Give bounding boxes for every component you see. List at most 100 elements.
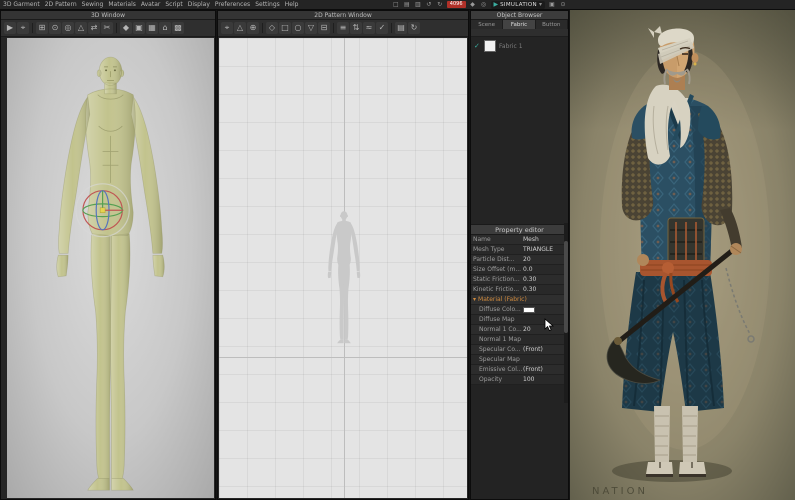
sync-icon[interactable]: ↻ [408,22,420,34]
new-file-icon[interactable]: □ [392,1,400,8]
property-value[interactable]: 0.0 [523,266,566,273]
chevron-down-icon[interactable]: ▾ [539,1,542,8]
property-row-static-friction: Static Friction... 0.30 [471,275,568,285]
free-sew-icon[interactable]: ≈ [363,22,375,34]
property-row-specular-map: Specular Map [471,355,568,365]
circle-icon[interactable]: ○ [292,22,304,34]
property-row-diffuse-map: Diffuse Map [471,315,568,325]
fabric-list-toolbar [471,29,568,37]
property-value[interactable]: TRIANGLE [523,246,566,253]
3d-window-titlebar[interactable]: 3D Window [1,11,215,20]
diffuse-color-swatch[interactable] [523,306,535,313]
transform-icon[interactable]: ⌖ [221,22,233,34]
2d-window-titlebar[interactable]: 2D Pattern Window [218,11,468,20]
panel-empty-area [471,385,568,499]
tab-scene[interactable]: Scene [471,20,504,29]
object-browser-header[interactable]: Object Browser [471,11,568,20]
toolbar-separator [333,23,334,33]
simulation-button[interactable]: ▶ SIMULATION ▾ [490,0,545,9]
check-icon[interactable]: ✓ [474,42,481,50]
menu-help[interactable]: Help [285,1,299,8]
menu-materials[interactable]: Materials [108,1,136,8]
property-row-emissive-color: Emissive Col... (Front) [471,365,568,375]
pattern-3d-icon[interactable]: ▣ [133,22,145,34]
menu-3d-garment[interactable]: 3D Garment [3,1,40,8]
property-value[interactable] [523,306,566,313]
menu-avatar[interactable]: Avatar [141,1,160,8]
toolbar-separator [32,23,33,33]
scissors-icon[interactable]: ✂ [101,22,113,34]
property-row-normal-1-color: Normal 1 Co... 20 [471,325,568,335]
redo-icon[interactable]: ↻ [436,1,444,8]
3d-viewport[interactable] [7,38,214,498]
pin-icon[interactable]: ⊙ [49,22,61,34]
property-value[interactable]: (Front) [523,366,566,373]
fabric-list-item[interactable]: ✓ Fabric 1 [471,37,568,55]
notch-icon[interactable]: ⊟ [318,22,330,34]
property-editor-header[interactable]: Property editor [471,225,568,235]
measure-icon[interactable]: ⇄ [88,22,100,34]
rectangle-icon[interactable]: □ [279,22,291,34]
avatar-display-icon[interactable]: ◆ [469,1,477,8]
simulate-icon[interactable]: ▶ [4,22,16,34]
property-value[interactable]: 0.30 [523,286,566,293]
property-label: Static Friction... [473,276,520,283]
open-file-icon[interactable]: ▤ [403,1,411,8]
snapshot-icon[interactable]: ▣ [548,1,556,8]
avatar-3d-model[interactable] [7,38,214,498]
property-row-specular-color: Specular Co... (Front) [471,345,568,355]
property-value[interactable]: 20 [523,256,566,263]
panel-scrollbar[interactable] [564,223,568,403]
property-label: Opacity [479,376,503,383]
property-value[interactable]: 0.30 [523,276,566,283]
save-file-icon[interactable]: ▥ [414,1,422,8]
property-value[interactable]: 20 [523,326,566,333]
undo-icon[interactable]: ↺ [425,1,433,8]
tack-icon[interactable]: ◎ [62,22,74,34]
property-label: Size Offset (m... [473,266,522,273]
texture-icon[interactable]: ▦ [146,22,158,34]
property-value[interactable]: (Front) [523,346,566,353]
menu-sewing[interactable]: Sewing [82,1,104,8]
2d-pattern-canvas[interactable] [219,38,467,498]
segment-sew-icon[interactable]: ⇅ [350,22,362,34]
application-window: 3D Garment 2D Pattern Sewing Materials A… [0,0,795,500]
select-move-icon[interactable]: ⌖ [17,22,29,34]
property-value[interactable]: Mesh [523,236,566,243]
property-label: Name [473,236,491,243]
menu-settings[interactable]: Settings [255,1,280,8]
seam-icon[interactable]: ≡ [337,22,349,34]
3d-window-toolbar: ▶ ⌖ ⊞ ⊙ ◎ △ ⇄ ✂ ◆ ▣ ▦ ⌂ ▩ [1,20,215,37]
property-value[interactable]: 100 [523,376,566,383]
edit-pattern-icon[interactable]: △ [234,22,246,34]
property-label: Normal 1 Map [479,336,522,343]
menu-script[interactable]: Script [165,1,182,8]
show-avatar-icon[interactable]: ◆ [120,22,132,34]
property-label: Mesh Type [473,246,505,253]
material-section-header[interactable]: ▾ Material (Fabric) [471,295,568,305]
fabric-swatch[interactable] [484,40,496,52]
menu-bar-right-cluster: □ ▤ ▥ ↺ ↻ 4096 ◆ ◎ ▶ SIMULATION ▾ ▣ ⊙ [392,0,792,9]
polygon-icon[interactable]: ◇ [266,22,278,34]
box-select-icon[interactable]: ⊞ [36,22,48,34]
3d-garment-window: 3D Window ▶ ⌖ ⊞ ⊙ ◎ △ ⇄ ✂ ◆ ▣ ▦ ⌂ ▩ [0,10,216,500]
dart-icon[interactable]: ▽ [305,22,317,34]
add-point-icon[interactable]: ⊕ [247,22,259,34]
menu-preferences[interactable]: Preferences [215,1,250,8]
texture-edit-icon[interactable]: ▤ [395,22,407,34]
property-row-mesh-type: Mesh Type TRIANGLE [471,245,568,255]
show-sewing-icon[interactable]: ✓ [376,22,388,34]
property-row-particle-distance: Particle Dist... 20 [471,255,568,265]
reset-view-icon[interactable]: ⌂ [159,22,171,34]
tab-fabric[interactable]: Fabric [503,20,536,29]
3d-window-title: 3D Window [90,11,125,19]
pinch-icon[interactable]: △ [75,22,87,34]
grid-icon[interactable]: ▩ [172,22,184,34]
render-icon[interactable]: ◎ [480,1,488,8]
settings-icon[interactable]: ⊙ [559,1,567,8]
scrollbar-thumb[interactable] [564,241,568,333]
menu-2d-pattern[interactable]: 2D Pattern [45,1,77,8]
tab-button[interactable]: Button [535,20,568,29]
menu-display[interactable]: Display [188,1,210,8]
reference-image-panel: NATION [570,10,795,500]
